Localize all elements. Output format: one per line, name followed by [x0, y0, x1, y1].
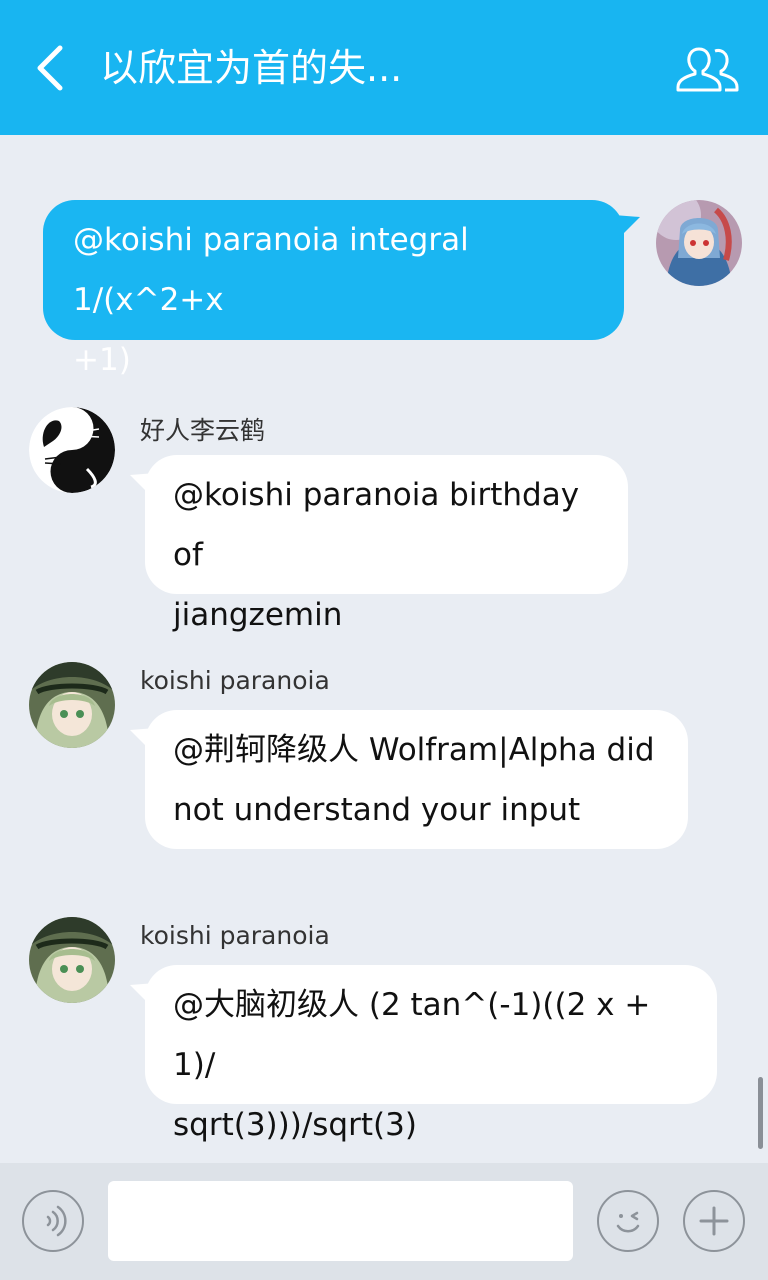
emoji-button[interactable] — [597, 1190, 659, 1252]
avatar-image — [29, 662, 115, 748]
message-line: jiangzemin — [173, 597, 343, 633]
top-bar: 以欣宜为首的失... — [0, 0, 768, 135]
avatar-sender[interactable] — [29, 662, 115, 748]
chat-title: 以欣宜为首的失... — [100, 46, 403, 90]
avatar-self[interactable] — [656, 200, 742, 286]
voice-icon — [46, 1205, 67, 1237]
message-bubble-incoming[interactable]: @koishi paranoia birthday of jiangzemin — [145, 455, 628, 633]
avatar-image — [29, 407, 115, 493]
chat-area[interactable]: @koishi paranoia integral 1/(x^2+x +1) 好… — [0, 135, 768, 1163]
message-line: @koishi paranoia integral 1/(x^2+x — [73, 222, 469, 318]
message-line: @koishi paranoia birthday of — [173, 477, 580, 573]
avatar-sender[interactable] — [29, 917, 115, 1003]
plus-button[interactable] — [683, 1190, 745, 1252]
message-line: @大脑初级人 (2 tan^(-1)((2 x + 1)/ — [173, 987, 651, 1083]
avatar-image — [656, 200, 742, 286]
back-button[interactable] — [28, 40, 72, 96]
message-input[interactable] — [108, 1181, 573, 1261]
sender-name: koishi paranoia — [140, 666, 330, 695]
plus-icon — [699, 1206, 729, 1236]
message-line: sqrt(3)))/sqrt(3) — [173, 1107, 417, 1143]
chevron-left-icon — [37, 45, 63, 91]
avatar-sender[interactable] — [29, 407, 115, 493]
message-line: +1) — [73, 342, 131, 378]
group-members-icon — [676, 47, 739, 92]
group-members-button[interactable] — [672, 38, 744, 98]
bubble-tail — [614, 215, 640, 237]
chat-scrollbar[interactable] — [758, 1077, 763, 1149]
input-bar — [0, 1163, 768, 1280]
message-bubble-outgoing[interactable]: @koishi paranoia integral 1/(x^2+x +1) — [43, 200, 624, 378]
message-line: @荆轲降级人 Wolfram|Alpha did — [173, 732, 655, 768]
message-bubble-incoming[interactable]: @荆轲降级人 Wolfram|Alpha did not understand … — [145, 710, 688, 849]
emoji-icon — [616, 1211, 640, 1233]
sender-name: koishi paranoia — [140, 921, 330, 950]
sender-name: 好人李云鹤 — [140, 416, 266, 445]
message-bubble-incoming[interactable]: @大脑初级人 (2 tan^(-1)((2 x + 1)/ sqrt(3)))/… — [145, 965, 717, 1143]
message-line: not understand your input — [173, 792, 581, 828]
voice-button[interactable] — [22, 1190, 84, 1252]
avatar-image — [29, 917, 115, 1003]
